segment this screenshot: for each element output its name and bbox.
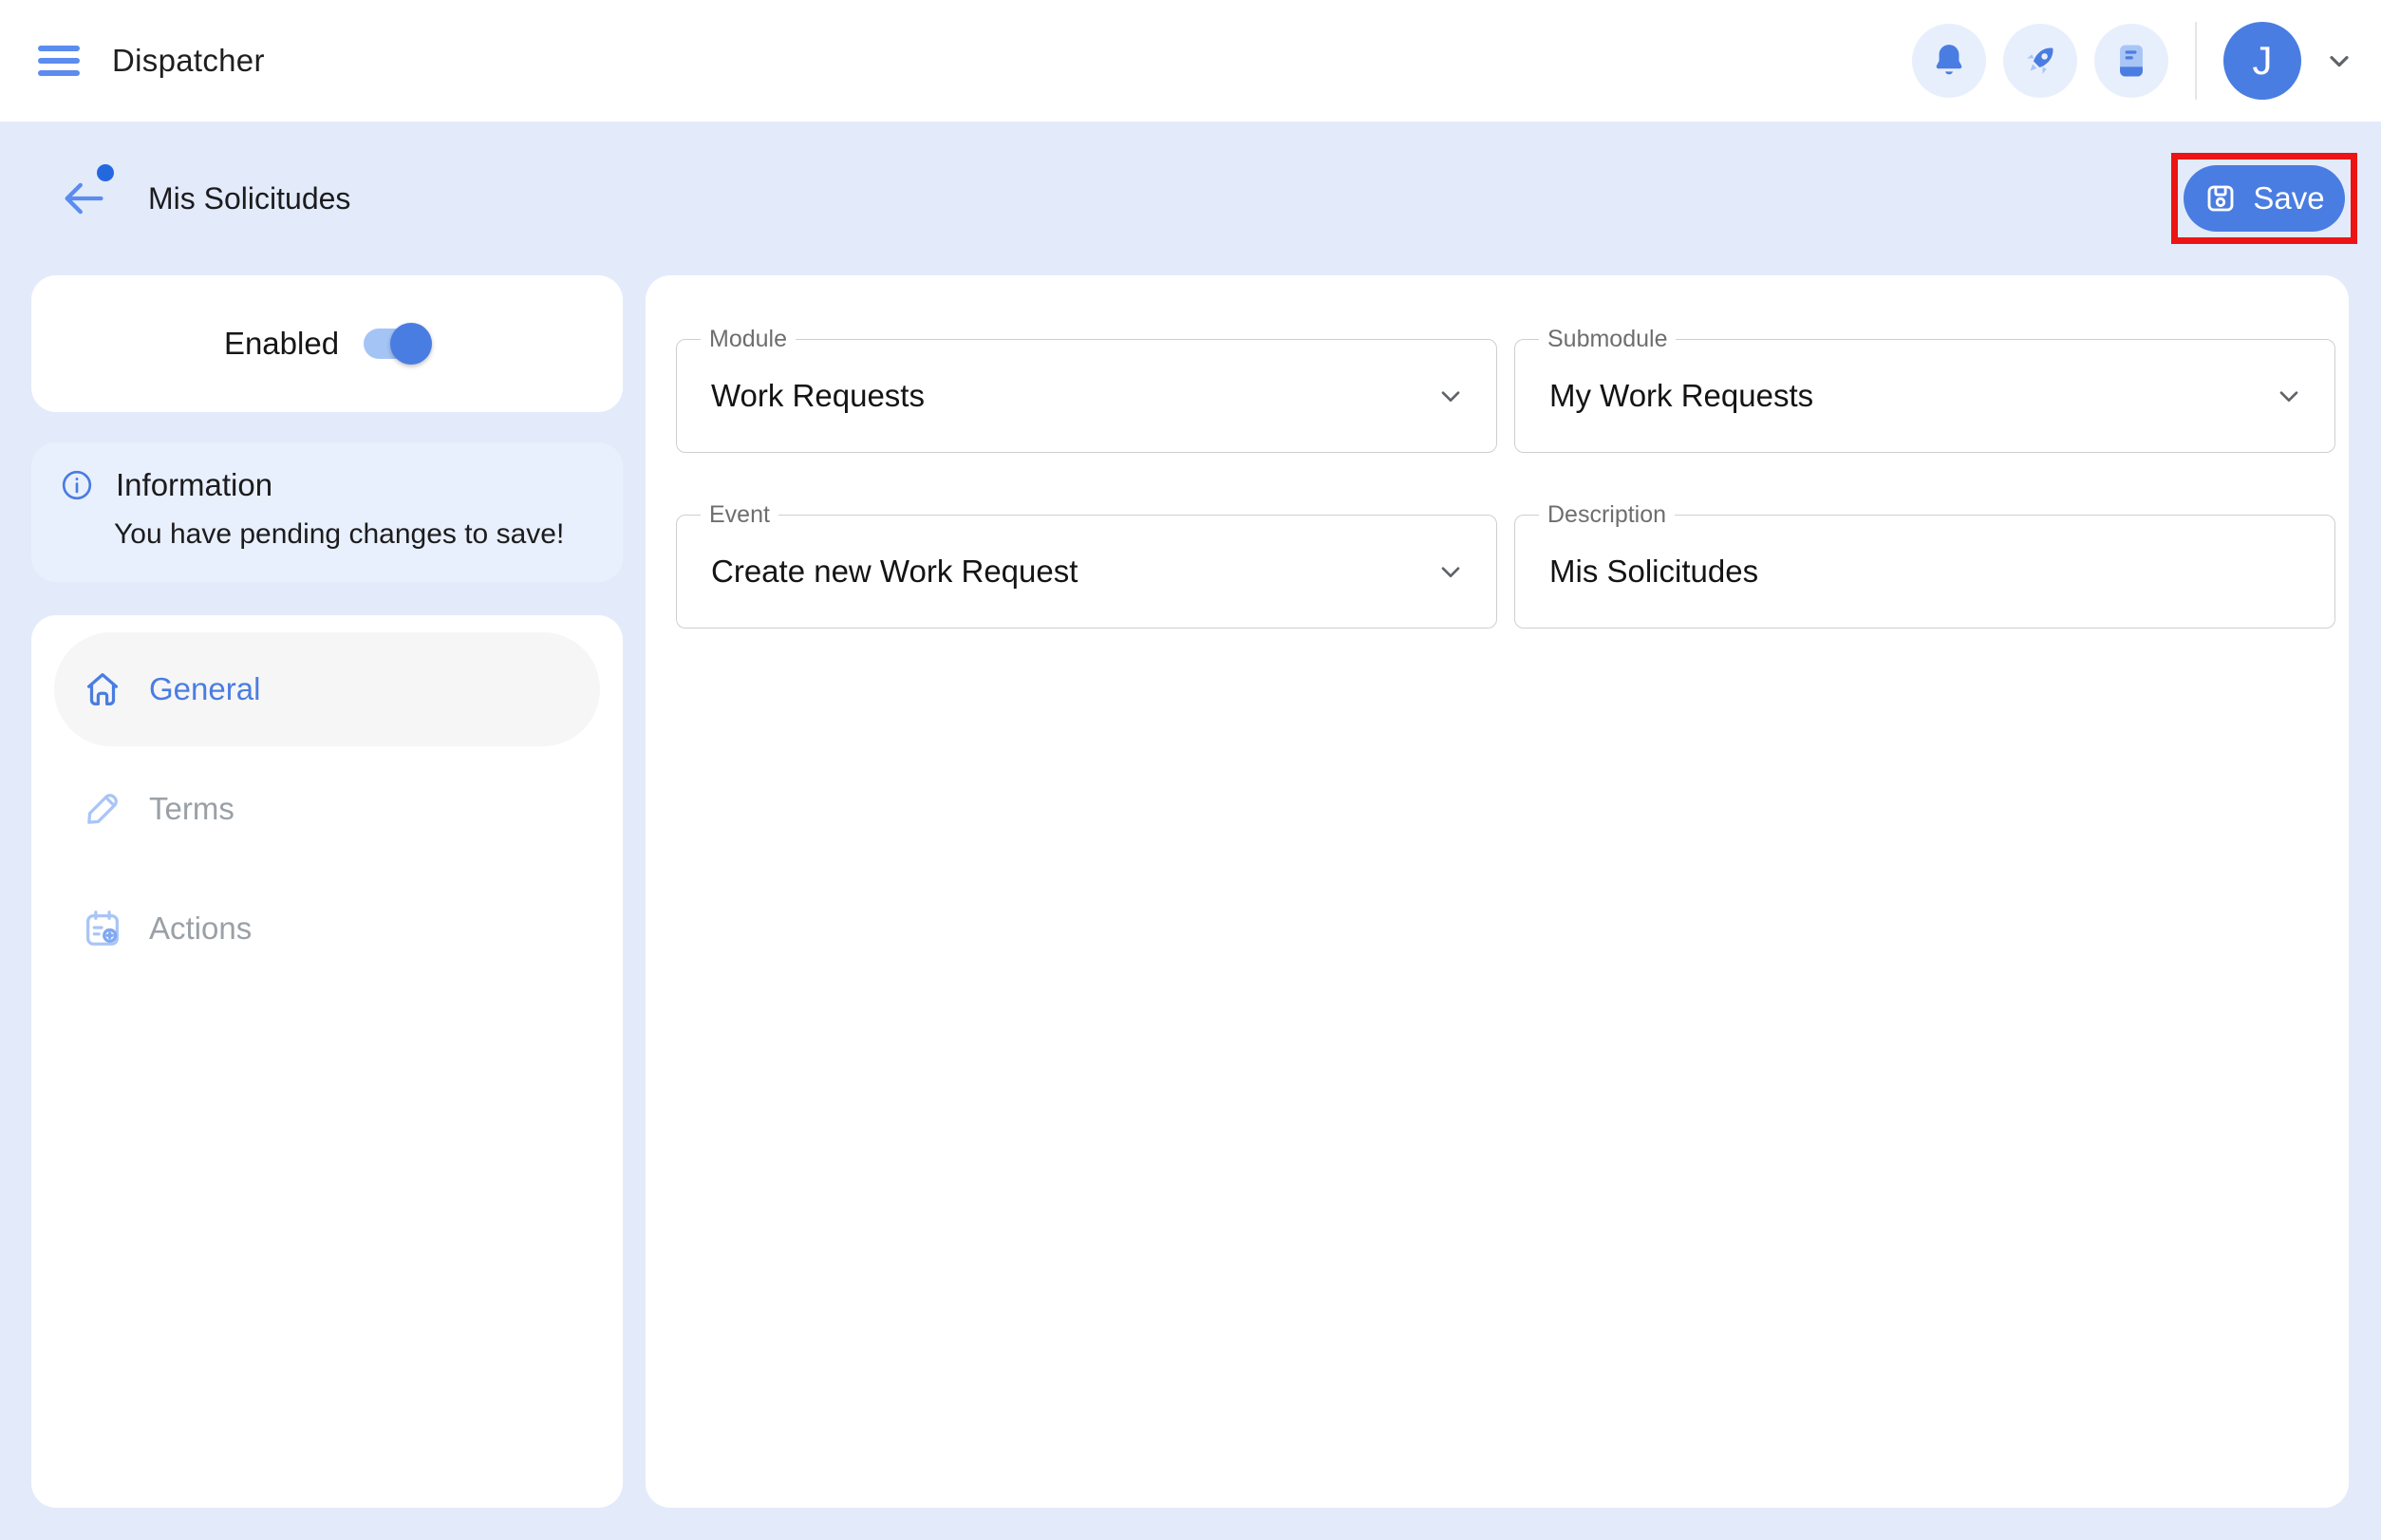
- sidebar-item-label: Terms: [149, 791, 234, 826]
- avatar-initial: J: [2252, 38, 2273, 83]
- sidebar-item-terms[interactable]: Terms: [54, 752, 600, 866]
- event-select[interactable]: Event Create new Work Request: [676, 501, 1497, 629]
- submodule-select[interactable]: Submodule My Work Requests: [1514, 326, 2335, 453]
- toggle-knob: [390, 323, 433, 365]
- app-title: Dispatcher: [112, 43, 265, 78]
- page-header: Mis Solicitudes Save: [0, 122, 2381, 275]
- field-value: Create new Work Request: [711, 554, 1078, 589]
- chevron-down-icon: [2324, 46, 2354, 76]
- back-button[interactable]: [57, 164, 114, 225]
- docs-button[interactable]: [2094, 24, 2168, 98]
- notifications-button[interactable]: [1912, 24, 1986, 98]
- field-label: Submodule: [1539, 326, 1677, 353]
- account-menu-button[interactable]: [2324, 46, 2354, 76]
- enabled-toggle[interactable]: [364, 323, 433, 365]
- info-icon: [60, 468, 94, 502]
- calendar-plus-icon: [81, 907, 124, 950]
- app-bar: Dispatcher J: [0, 0, 2381, 122]
- module-select[interactable]: Module Work Requests: [676, 326, 1497, 453]
- field-label: Event: [701, 501, 778, 529]
- field-label: Description: [1539, 501, 1676, 529]
- general-form-card: Module Work Requests Submodule My Work R…: [646, 275, 2349, 1508]
- sidebar-item-general[interactable]: General: [54, 632, 600, 746]
- enabled-label: Enabled: [223, 326, 340, 361]
- back-arrow-icon: [59, 174, 108, 223]
- sidebar-nav: General Terms Actions: [31, 615, 623, 1508]
- home-icon: [81, 667, 124, 711]
- annotation-highlight: Save: [2171, 153, 2357, 244]
- page-title: Mis Solicitudes: [148, 180, 351, 216]
- save-button-label: Save: [2253, 180, 2325, 216]
- appbar-divider: [2195, 22, 2197, 100]
- field-value: My Work Requests: [1549, 378, 1814, 413]
- sidebar: Enabled Information You have pending cha…: [31, 275, 623, 1508]
- content-area: Enabled Information You have pending cha…: [0, 275, 2381, 1508]
- avatar[interactable]: J: [2223, 22, 2301, 100]
- description-input[interactable]: [1549, 554, 2249, 590]
- description-field: Description: [1514, 501, 2335, 629]
- chevron-down-icon: [1435, 381, 1466, 411]
- app-bar-actions: J: [1912, 22, 2354, 100]
- save-floppy-icon: [2203, 181, 2238, 216]
- sidebar-item-label: General: [149, 671, 261, 706]
- info-message: You have pending changes to save!: [114, 518, 565, 550]
- field-value: Work Requests: [711, 378, 925, 413]
- info-card: Information You have pending changes to …: [31, 442, 623, 582]
- info-title: Information: [116, 467, 273, 502]
- field-label: Module: [701, 326, 796, 353]
- journal-icon: [2110, 40, 2152, 82]
- chevron-down-icon: [2274, 381, 2304, 411]
- menu-icon[interactable]: [38, 46, 80, 76]
- notification-dot: [97, 164, 114, 181]
- chevron-down-icon: [1435, 556, 1466, 587]
- launch-button[interactable]: [2003, 24, 2077, 98]
- notifications-bell-icon: [1928, 40, 1970, 82]
- sidebar-item-label: Actions: [149, 911, 253, 946]
- enabled-card: Enabled: [31, 275, 623, 412]
- rocket-icon: [2018, 39, 2062, 83]
- save-button[interactable]: Save: [2184, 165, 2345, 232]
- pencil-icon: [81, 787, 124, 831]
- sidebar-item-actions[interactable]: Actions: [54, 872, 600, 986]
